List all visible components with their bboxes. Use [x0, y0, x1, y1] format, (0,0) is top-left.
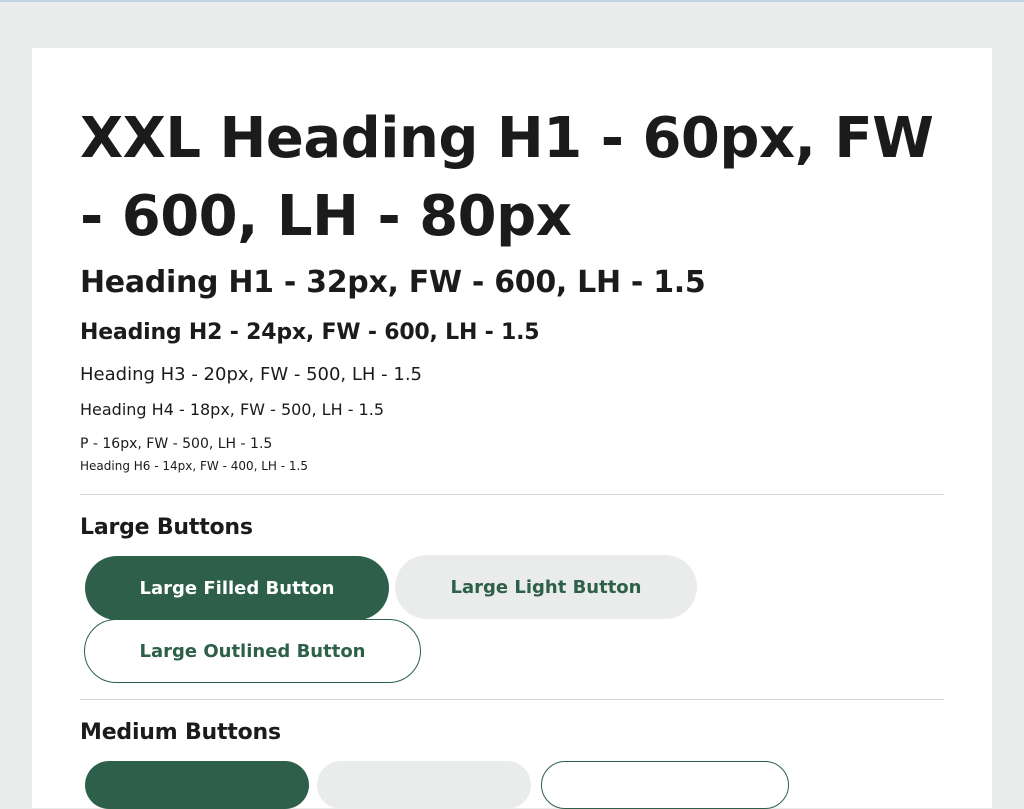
medium-filled-button[interactable]: [85, 761, 309, 809]
medium-light-button[interactable]: [317, 761, 531, 809]
medium-outlined-button[interactable]: [541, 761, 789, 809]
divider: [80, 494, 944, 495]
divider: [80, 699, 944, 700]
heading-h6: Heading H6 - 14px, FW - 400, LH - 1.5: [80, 459, 308, 473]
heading-h3: Heading H3 - 20px, FW - 500, LH - 1.5: [80, 364, 422, 385]
heading-h1: Heading H1 - 32px, FW - 600, LH - 1.5: [80, 265, 706, 300]
large-light-button[interactable]: Large Light Button: [395, 555, 697, 619]
heading-h2: Heading H2 - 24px, FW - 600, LH - 1.5: [80, 320, 540, 345]
heading-h4: Heading H4 - 18px, FW - 500, LH - 1.5: [80, 400, 384, 419]
large-buttons-title: Large Buttons: [80, 515, 253, 540]
large-filled-button[interactable]: Large Filled Button: [85, 556, 389, 620]
style-guide-card: XXL Heading H1 - 60px, FW - 600, LH - 80…: [32, 48, 992, 809]
top-accent-bar: [0, 0, 1024, 2]
large-outlined-button[interactable]: Large Outlined Button: [84, 619, 421, 683]
medium-buttons-title: Medium Buttons: [80, 720, 281, 745]
xxl-heading: XXL Heading H1 - 60px, FW - 600, LH - 80…: [80, 106, 934, 249]
paragraph-sample: P - 16px, FW - 500, LH - 1.5: [80, 436, 273, 452]
